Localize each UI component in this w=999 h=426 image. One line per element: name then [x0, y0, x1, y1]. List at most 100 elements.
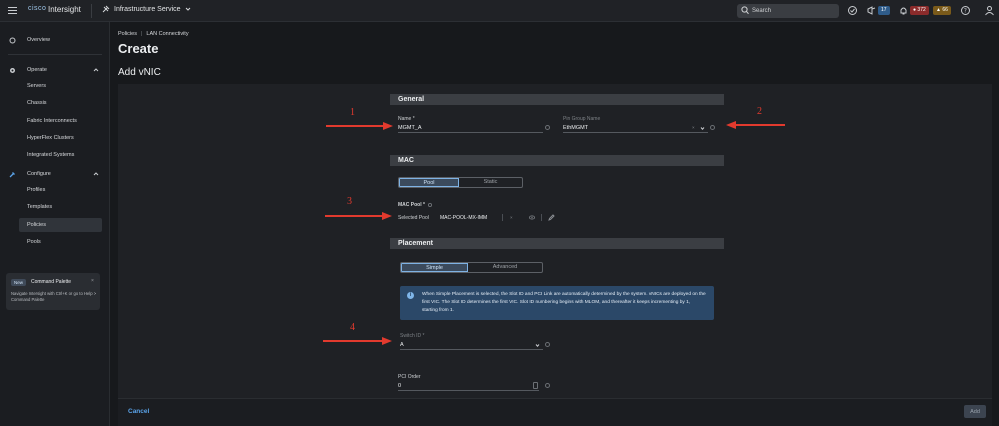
selected-pool-label: Selected Pool: [398, 215, 429, 221]
warning-alarms-badge[interactable]: ▲ 66: [933, 6, 951, 15]
annotation-number-2: 2: [757, 106, 762, 117]
info-icon[interactable]: [545, 383, 550, 388]
close-icon[interactable]: ×: [91, 278, 94, 284]
sidebar-item-integrated-systems[interactable]: Integrated Systems: [27, 152, 74, 158]
chevron-up-icon: [93, 68, 99, 72]
tasks-icon[interactable]: [847, 5, 858, 16]
form-title: Add vNIC: [118, 67, 161, 78]
sidebar-item-templates[interactable]: Templates: [27, 204, 52, 210]
command-palette-title: Command Palette: [31, 279, 72, 285]
annotation-arrow-2: [726, 121, 785, 129]
topbar-divider: [91, 4, 92, 18]
pci-order-label: PCI Order: [398, 374, 421, 380]
cancel-button[interactable]: Cancel: [128, 408, 149, 415]
cisco-logo: cisco: [28, 5, 47, 12]
add-button[interactable]: Add: [964, 405, 986, 418]
pencil-icon[interactable]: [548, 214, 555, 221]
general-section-heading: General: [390, 94, 724, 105]
chevron-up-icon: [93, 172, 99, 176]
info-icon[interactable]: [545, 125, 550, 130]
annotation-arrow-3: [325, 212, 392, 220]
page-title: Create: [118, 41, 159, 56]
sidebar-item-servers[interactable]: Servers: [27, 83, 46, 89]
breadcrumb-policies[interactable]: Policies: [118, 31, 137, 37]
annotation-arrow-4: [323, 337, 392, 345]
annotation-number-4: 4: [350, 322, 355, 333]
command-palette-card[interactable]: New Command Palette × Navigate Intersigh…: [6, 273, 100, 310]
sidebar-item-label: Operate: [27, 67, 47, 73]
sidebar-item-pools[interactable]: Pools: [27, 239, 41, 245]
operate-icon: [10, 68, 15, 73]
critical-count: 372: [917, 7, 926, 13]
help-icon[interactable]: ?: [960, 5, 971, 16]
search-placeholder: Search: [752, 8, 772, 14]
pin-group-label: Pin Group Name: [563, 116, 601, 122]
name-input[interactable]: MGMT_A: [398, 125, 422, 131]
breadcrumb-separator: |: [140, 31, 143, 37]
breadcrumb-lan-connectivity[interactable]: LAN Connectivity: [146, 31, 188, 37]
tools-icon: [102, 5, 110, 13]
pci-order-underline: [398, 390, 539, 391]
mac-toggle: Pool Static: [398, 177, 523, 188]
annotation-number-1: 1: [350, 107, 355, 118]
sidebar-item-fabric-interconnects[interactable]: Fabric Interconnects: [27, 118, 77, 124]
info-icon[interactable]: [710, 125, 715, 130]
service-label: Infrastructure Service: [114, 5, 181, 13]
sidebar-item-profiles[interactable]: Profiles: [27, 187, 45, 193]
placement-advanced-option[interactable]: Advanced: [468, 263, 542, 272]
search-input[interactable]: Search: [737, 4, 839, 18]
mac-pool-option[interactable]: Pool: [399, 178, 459, 187]
sidebar-item-label: Configure: [27, 171, 51, 177]
search-icon: [741, 6, 749, 15]
app-name: Intersight: [48, 5, 81, 14]
selected-pool-value: MAC-POOL-MX-IMM: [440, 215, 488, 221]
mac-pool-label: MAC Pool *: [398, 202, 425, 208]
eye-icon[interactable]: [529, 215, 535, 220]
divider: [541, 214, 542, 221]
warning-count: 66: [942, 7, 948, 13]
menu-toggle-icon[interactable]: [8, 6, 17, 15]
top-bar: cisco Intersight Infrastructure Service …: [0, 0, 999, 22]
sidebar: Overview Operate Servers Chassis Fabric …: [0, 22, 110, 426]
info-icon[interactable]: [545, 342, 550, 347]
placement-toggle: Simple Advanced: [400, 262, 543, 273]
critical-alarms-badge[interactable]: ● 372: [910, 6, 929, 15]
command-palette-description: Navigate Intersight with Ctrl+K or go to…: [11, 291, 97, 302]
announcements-badge[interactable]: 17: [878, 6, 890, 15]
form-footer: Cancel Add: [118, 398, 992, 426]
sidebar-item-label: Overview: [27, 37, 50, 43]
switch-id-underline: [400, 349, 543, 350]
info-icon: i: [407, 292, 414, 299]
overview-icon: [9, 37, 16, 44]
pci-order-stepper[interactable]: [533, 382, 538, 389]
remove-pool-icon[interactable]: ×: [510, 215, 513, 220]
annotation-arrow-1: [326, 122, 393, 130]
divider: [502, 214, 503, 221]
sidebar-divider: [8, 54, 102, 55]
info-icon[interactable]: [428, 203, 432, 207]
sidebar-item-chassis[interactable]: Chassis: [27, 100, 47, 106]
wrench-icon: [9, 172, 15, 178]
pci-order-input[interactable]: 0: [398, 383, 401, 389]
chevron-down-icon: [185, 7, 190, 11]
sidebar-item-policies[interactable]: Policies: [27, 222, 46, 228]
megaphone-icon[interactable]: [866, 5, 877, 16]
chevron-down-icon[interactable]: [700, 126, 705, 131]
pin-group-select[interactable]: EthMGMT: [563, 125, 588, 131]
switch-id-select[interactable]: A: [400, 342, 404, 348]
name-input-underline: [398, 132, 543, 133]
user-icon[interactable]: [984, 5, 995, 16]
mac-section-heading: MAC: [390, 155, 724, 166]
svg-text:?: ?: [964, 8, 967, 15]
sidebar-item-hyperflex-clusters[interactable]: HyperFlex Clusters: [27, 135, 74, 141]
mac-static-option[interactable]: Static: [459, 178, 522, 187]
switch-id-label: Switch ID *: [400, 333, 425, 339]
clear-icon[interactable]: ×: [692, 125, 695, 130]
placement-info-text: When Simple Placement is selected, the S…: [422, 292, 706, 313]
name-label: Name *: [398, 116, 415, 122]
bell-icon[interactable]: [898, 5, 909, 16]
new-badge: New: [11, 279, 27, 286]
service-selector[interactable]: Infrastructure Service: [102, 5, 191, 13]
chevron-down-icon[interactable]: [535, 343, 540, 348]
placement-simple-option[interactable]: Simple: [401, 263, 468, 272]
